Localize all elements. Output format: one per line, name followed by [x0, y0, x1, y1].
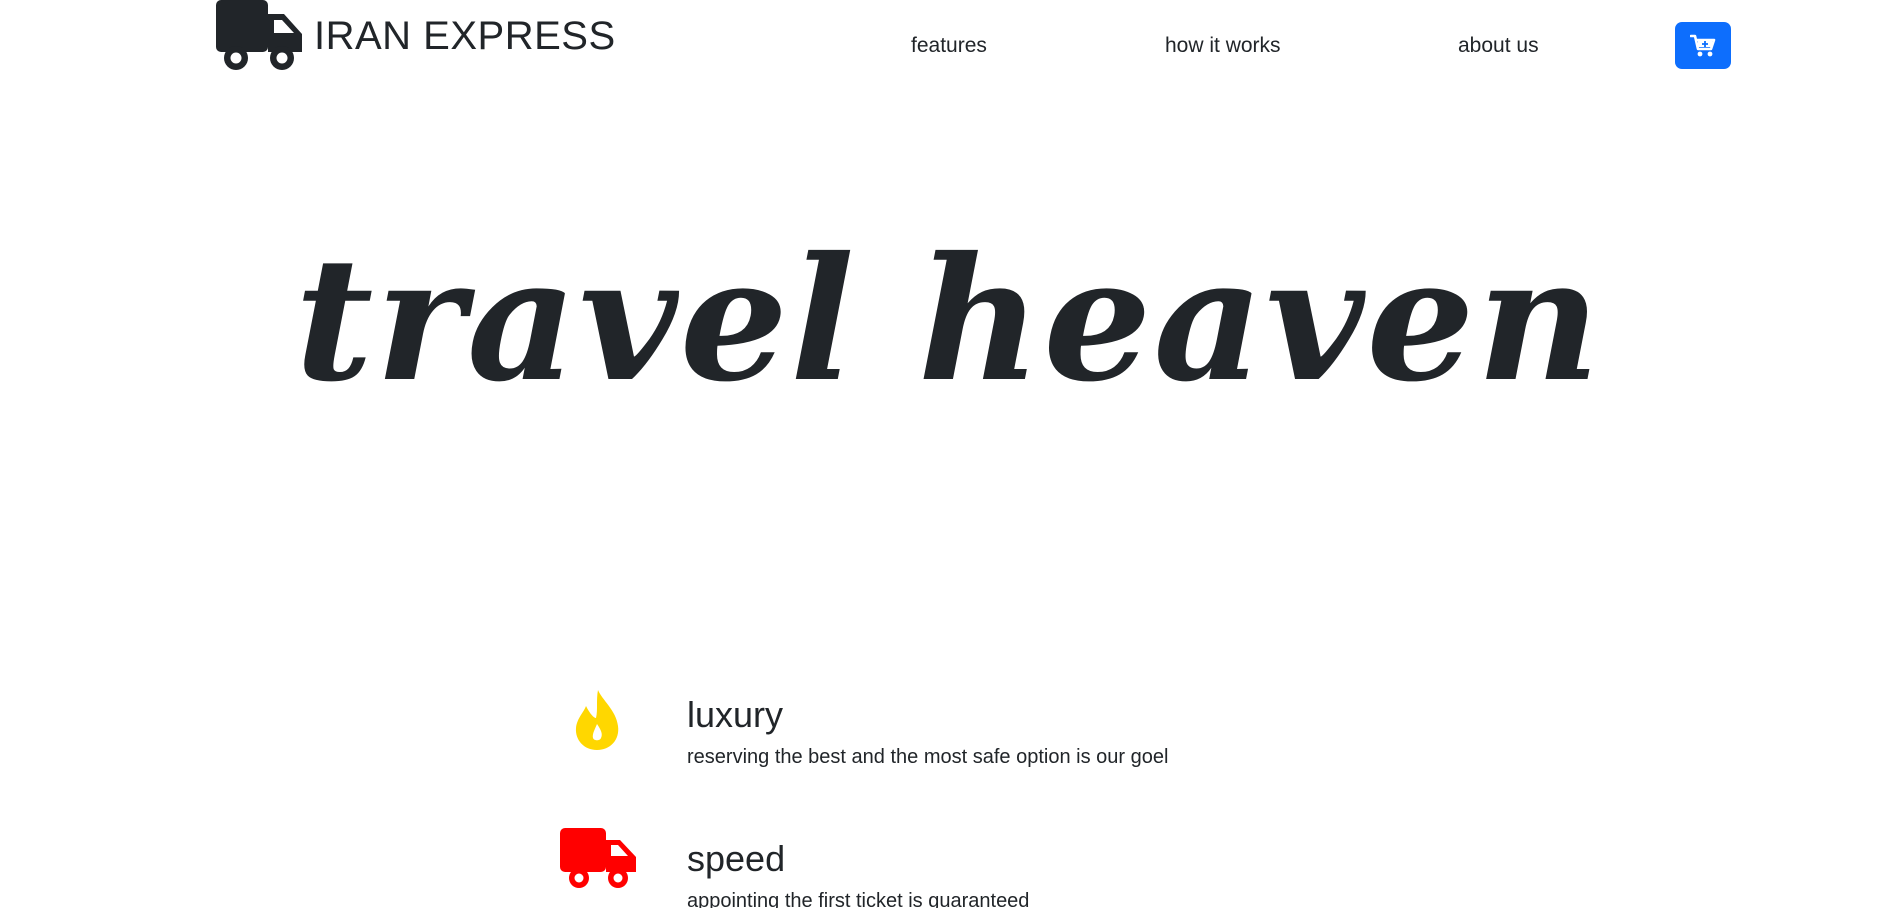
- feature-item-speed: speed appointing the first ticket is gua…: [560, 828, 1460, 908]
- cart-button[interactable]: [1675, 22, 1731, 69]
- navbar: IRAN EXPRESS features how it works about…: [0, 0, 1897, 95]
- cart-icon: [1690, 34, 1716, 56]
- nav-link-how-it-works[interactable]: how it works: [1165, 34, 1281, 58]
- page: IRAN EXPRESS features how it works about…: [0, 0, 1897, 908]
- feature-description: appointing the first ticket is guarantee…: [687, 890, 1030, 908]
- truck-icon: [560, 828, 636, 888]
- feature-title: speed: [687, 838, 786, 879]
- brand-link[interactable]: IRAN EXPRESS: [214, 0, 616, 72]
- feature-item-luxury: luxury reserving the best and the most s…: [560, 684, 1460, 794]
- feature-title: luxury: [687, 694, 784, 735]
- feature-description: reserving the best and the most safe opt…: [687, 746, 1169, 768]
- nav-link-features[interactable]: features: [911, 34, 987, 58]
- brand-name: IRAN EXPRESS: [314, 13, 616, 58]
- nav-link-about-us[interactable]: about us: [1458, 34, 1539, 58]
- truck-icon: [216, 0, 302, 70]
- hero-title: travel heaven: [294, 220, 1603, 420]
- fire-icon: [575, 690, 619, 750]
